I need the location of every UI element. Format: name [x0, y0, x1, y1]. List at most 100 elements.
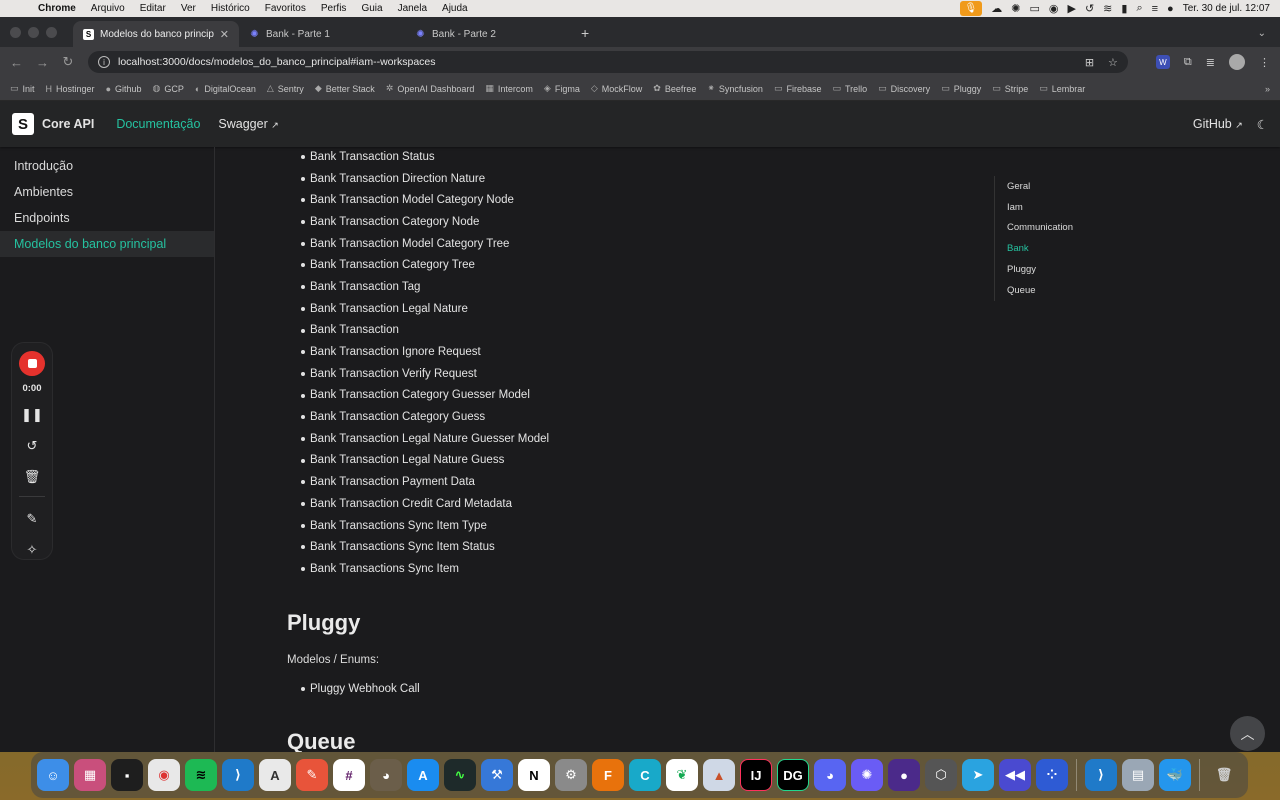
search-icon[interactable]: ⌕ [1136, 2, 1142, 15]
xcode-icon[interactable]: ⚒ [481, 759, 513, 791]
bookmark-item[interactable]: ▭ Pluggy [941, 83, 981, 94]
reading-list-icon[interactable]: ≣ [1206, 56, 1215, 69]
trash-icon[interactable]: 🗑 [1208, 759, 1240, 791]
tab-modelos[interactable]: S Modelos do banco principal | ✕ [73, 21, 239, 47]
toc-item-pluggy[interactable]: Pluggy [1007, 259, 1134, 280]
sidebar-item-endpoints[interactable]: Endpoints [0, 205, 214, 231]
toc-item-queue[interactable]: Queue [1007, 280, 1134, 301]
bookmark-item[interactable]: △ Sentry [267, 83, 304, 94]
list-item[interactable]: Bank Transactions Sync Item Status [301, 536, 967, 558]
preview-icon[interactable]: ▤ [1122, 759, 1154, 791]
system-settings-icon[interactable]: ⚙ [555, 759, 587, 791]
terminal-icon[interactable]: ▪ [111, 759, 143, 791]
bookmark-item[interactable]: ▭ Lembrar [1039, 83, 1085, 94]
list-item[interactable]: Bank Transaction [301, 320, 967, 342]
pencil-icon[interactable]: ✎ [296, 759, 328, 791]
list-item[interactable]: Bank Transaction Direction Nature [301, 168, 967, 190]
intellij-icon[interactable]: IJ [740, 759, 772, 791]
chrome-icon[interactable]: ◉ [148, 759, 180, 791]
bookmark-item[interactable]: ▭ Firebase [774, 83, 822, 94]
puzzle-icon[interactable]: ⧉ [1184, 56, 1192, 69]
translate-icon[interactable]: ⊞ [1085, 56, 1094, 69]
list-item[interactable]: Bank Transaction Credit Card Metadata [301, 493, 967, 515]
trash-icon[interactable]: 🗑 [24, 467, 41, 486]
activity-monitor-icon[interactable]: ∿ [444, 759, 476, 791]
menu-arquivo[interactable]: Arquivo [91, 3, 125, 14]
back-icon[interactable]: ← [10, 55, 23, 70]
zoom-window-button[interactable] [46, 26, 57, 38]
toc-item-communication[interactable]: Communication [1007, 218, 1134, 239]
list-item[interactable]: Bank Transaction Tag [301, 276, 967, 298]
siri-icon[interactable]: ● [1167, 3, 1174, 15]
toc-item-iam[interactable]: Iam [1007, 197, 1134, 218]
scroll-to-top-button[interactable]: ︿ [1230, 716, 1265, 751]
cursor-icon[interactable]: C [629, 759, 661, 791]
bookmark-item[interactable]: ▭ Stripe [992, 83, 1028, 94]
list-item[interactable]: Bank Transaction Category Guess [301, 406, 967, 428]
list-item[interactable]: Bank Transaction Status [301, 147, 967, 168]
appstore-icon[interactable]: A [407, 759, 439, 791]
pencil-icon[interactable]: ✎ [27, 509, 38, 528]
slack-icon[interactable]: # [333, 759, 365, 791]
list-item[interactable]: Bank Transaction Legal Nature Guess [301, 450, 967, 472]
control-center-icon[interactable]: ≡ [1152, 3, 1158, 15]
gear-icon[interactable]: ✺ [1011, 2, 1020, 15]
vscode-2-icon[interactable]: ⟩ [1085, 759, 1117, 791]
list-item[interactable]: Bank Transaction Payment Data [301, 471, 967, 493]
bookmark-item[interactable]: ◇ MockFlow [591, 83, 642, 94]
sidebar-item-introducao[interactable]: Introdução [0, 153, 214, 179]
docker-icon[interactable]: 🐳 [1159, 759, 1191, 791]
tab-bank-parte-2[interactable]: ✺ Bank - Parte 2 [405, 21, 571, 47]
list-item[interactable]: Bank Transaction Model Category Node [301, 189, 967, 211]
pinwheel-icon[interactable]: ✺ [851, 759, 883, 791]
list-item[interactable]: Bank Transaction Category Node [301, 211, 967, 233]
fontforge-icon[interactable]: A [259, 759, 291, 791]
microphone-icon[interactable]: 🎙 [959, 1, 983, 16]
bookmark-star-icon[interactable]: ☆ [1108, 56, 1118, 69]
bookmark-item[interactable]: ▦ Intercom [485, 83, 533, 94]
toc-item-geral[interactable]: Geral [1007, 176, 1134, 197]
list-item[interactable]: Bank Transaction Category Tree [301, 254, 967, 276]
logo-icon[interactable]: S [12, 113, 34, 135]
reload-icon[interactable]: ↻ [62, 54, 74, 70]
bookmark-item[interactable]: ▭ Init [10, 83, 35, 94]
bookmark-item[interactable]: ✲ OpenAI Dashboard [386, 83, 475, 94]
discord-icon[interactable]: ◕ [814, 759, 846, 791]
dark-mode-toggle-icon[interactable]: ☾ [1257, 117, 1268, 132]
bookmark-item[interactable]: ▭ Trello [832, 83, 867, 94]
menu-historico[interactable]: Histórico [211, 3, 250, 14]
bookmark-item[interactable]: ◈ Figma [544, 83, 580, 94]
nav-swagger[interactable]: Swagger ↗ [218, 117, 278, 131]
info-icon[interactable]: i [98, 56, 110, 68]
list-item[interactable]: Pluggy Webhook Call [301, 678, 967, 700]
play-icon[interactable]: ▶ [1067, 2, 1075, 15]
wifi-icon[interactable]: ≋ [1103, 2, 1112, 15]
close-window-button[interactable] [10, 26, 21, 38]
close-icon[interactable]: ✕ [220, 28, 229, 41]
menu-editar[interactable]: Editar [140, 3, 166, 14]
nav-github[interactable]: GitHub ↗ [1193, 117, 1243, 131]
menu-ajuda[interactable]: Ajuda [442, 3, 468, 14]
bookmark-item[interactable]: ⁕ Syncfusion [707, 83, 763, 94]
battery-icon[interactable]: ▮ [1121, 2, 1127, 15]
bookmark-item[interactable]: H Hostinger [46, 84, 95, 94]
history-icon[interactable]: ↺ [1085, 2, 1094, 15]
extension-icon[interactable]: W [1155, 55, 1170, 69]
pause-icon[interactable]: ❚❚ [21, 406, 43, 425]
site-brand[interactable]: Core API [42, 117, 94, 131]
list-item[interactable]: Bank Transaction Verify Request [301, 363, 967, 385]
effects-icon[interactable]: ✧ [27, 540, 38, 559]
minimize-window-button[interactable] [28, 26, 39, 38]
menu-favoritos[interactable]: Favoritos [265, 3, 306, 14]
menu-guia[interactable]: Guia [361, 3, 382, 14]
profile-avatar[interactable] [1229, 54, 1245, 70]
forward-icon[interactable]: → [36, 55, 49, 70]
spotify-icon[interactable]: ≋ [185, 759, 217, 791]
cloud-icon[interactable]: ☁ [991, 2, 1002, 15]
nav-documentacao[interactable]: Documentação [116, 117, 200, 131]
menu-chrome[interactable]: Chrome [38, 3, 76, 14]
new-tab-button[interactable]: + [571, 25, 599, 47]
telegram-icon[interactable]: ➤ [962, 759, 994, 791]
menu-ver[interactable]: Ver [181, 3, 196, 14]
mongodb-icon[interactable]: ❦ [666, 759, 698, 791]
